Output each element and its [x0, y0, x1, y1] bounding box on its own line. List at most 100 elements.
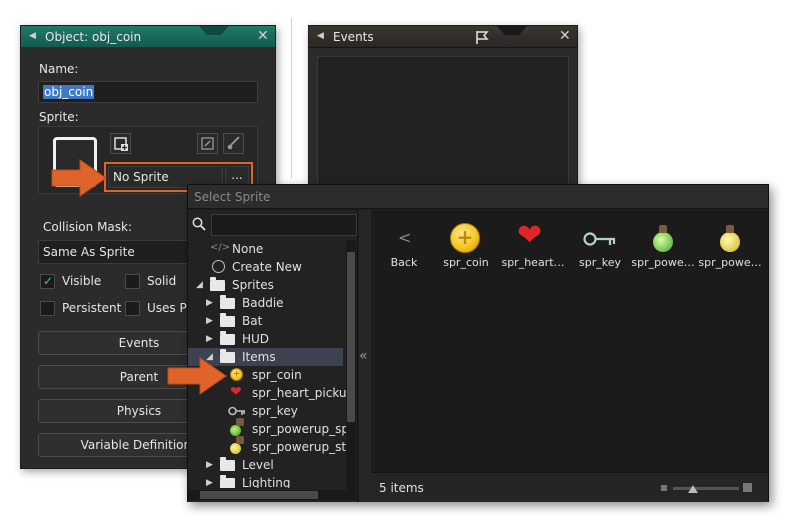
persistent-label: Persistent	[62, 301, 122, 315]
tile-spr-powerup-star[interactable]: spr_powe…	[697, 218, 763, 269]
tree-item-label: Create New	[232, 260, 302, 274]
key-icon	[228, 406, 245, 416]
collapsed-triangle-icon[interactable]: ▶	[206, 478, 213, 488]
sprite-dropdown-value: No Sprite	[113, 170, 169, 184]
tile-label: spr_powe…	[698, 256, 762, 269]
back-chevron-icon: <	[398, 228, 412, 247]
tree-folder-bat[interactable]: ▶ Bat	[188, 312, 343, 330]
tile-label: spr_key	[579, 256, 621, 269]
tile-label: spr_powe…	[631, 256, 695, 269]
tree-item-create-new[interactable]: Create New	[188, 258, 343, 276]
tree-item-label: spr_powerup_spe	[252, 422, 346, 436]
folder-icon	[220, 313, 235, 327]
visible-checkbox[interactable]	[40, 274, 55, 289]
green-potion-icon	[653, 225, 673, 252]
tree-item-label: spr_powerup_sta	[252, 440, 346, 454]
tile-back[interactable]: < Back	[371, 218, 437, 269]
tree-horizontal-scrollbar[interactable]	[188, 490, 346, 500]
collapse-pane-icon[interactable]: «	[359, 348, 368, 364]
tree-item-spr-powerup-speed[interactable]: spr_powerup_spe	[188, 418, 346, 438]
solid-checkbox[interactable]	[125, 274, 140, 289]
scrollbar-thumb[interactable]	[347, 252, 355, 422]
collapsed-triangle-icon[interactable]: ▶	[206, 334, 213, 344]
key-icon	[583, 232, 616, 246]
search-input[interactable]	[211, 214, 357, 236]
tree-item-label: spr_key	[252, 404, 298, 418]
coin-icon	[450, 223, 480, 253]
new-sprite-icon	[114, 137, 128, 151]
tree-item-label: spr_coin	[252, 368, 302, 382]
green-potion-icon	[230, 418, 244, 436]
uses-physics-label: Uses Pl	[147, 301, 191, 315]
collapsed-triangle-icon[interactable]: ▶	[206, 298, 213, 308]
tile-spr-heart[interactable]: ❤ spr_heart…	[500, 218, 566, 269]
yellow-potion-icon	[230, 436, 244, 454]
tree-vertical-scrollbar[interactable]	[346, 240, 356, 500]
callout-arrow-spr-coin	[167, 357, 227, 395]
close-icon[interactable]: ✕	[257, 28, 269, 44]
select-sprite-titlebar[interactable]: Select Sprite	[188, 185, 768, 209]
persistent-checkbox[interactable]	[40, 301, 55, 316]
tree-item-label: HUD	[242, 332, 270, 346]
select-sprite-window: Select Sprite </> None Create New ◢ Spri…	[187, 184, 769, 502]
tree-folder-sprites[interactable]: ◢ Sprites	[188, 276, 343, 294]
flag-icon[interactable]	[474, 29, 490, 45]
tree-item-label: Lighting	[242, 476, 291, 488]
scrollbar-thumb[interactable]	[200, 491, 318, 499]
collapsed-triangle-icon[interactable]: ▶	[206, 460, 213, 470]
expanded-triangle-icon[interactable]: ◢	[196, 280, 203, 290]
tile-spr-powerup-speed[interactable]: spr_powe…	[630, 218, 696, 269]
edit-sprite-button[interactable]	[197, 133, 218, 154]
solid-label: Solid	[147, 274, 177, 288]
tree-item-label: Baddie	[242, 296, 284, 310]
tree-folder-baddie[interactable]: ▶ Baddie	[188, 294, 343, 312]
yellow-potion-icon	[720, 225, 740, 252]
tree-item-label: Items	[242, 350, 276, 364]
events-window-title: Events	[333, 30, 374, 44]
tile-spr-key[interactable]: spr_key	[567, 218, 633, 269]
window-tab-notch-icon	[199, 26, 229, 35]
name-field-value: obj_coin	[43, 85, 95, 99]
edit-image-icon	[201, 137, 214, 150]
name-field[interactable]: obj_coin	[38, 81, 258, 103]
folder-icon	[220, 295, 235, 309]
zoom-slider[interactable]	[673, 485, 739, 493]
tree-folder-hud[interactable]: ▶ HUD	[188, 330, 343, 348]
tile-label: Back	[390, 256, 418, 269]
tree-item-label: Level	[242, 458, 274, 472]
folder-icon	[220, 475, 235, 488]
new-sprite-button[interactable]	[110, 133, 131, 154]
zoom-slider-thumb[interactable]	[688, 485, 698, 493]
heart-icon: ❤	[230, 384, 242, 400]
zoom-large-icon	[743, 483, 752, 492]
events-window-titlebar[interactable]: ◀ Events ✕	[309, 26, 577, 48]
collapse-triangle-icon[interactable]: ◀	[317, 31, 324, 41]
tree-item-spr-key[interactable]: spr_key	[188, 402, 343, 420]
close-icon[interactable]: ✕	[559, 28, 571, 44]
tree-folder-level[interactable]: ▶ Level	[188, 456, 343, 474]
collision-mask-value: Same As Sprite	[43, 245, 135, 259]
sprite-grid-pane: < Back spr_coin ❤ spr_heart… spr_key spr…	[371, 210, 768, 472]
uses-physics-checkbox[interactable]	[125, 301, 140, 316]
paintbrush-icon	[227, 136, 240, 150]
create-new-icon	[212, 260, 225, 273]
folder-icon	[210, 277, 225, 291]
tree-folder-lighting[interactable]: ▶ Lighting	[188, 474, 343, 488]
object-window-title: Object: obj_coin	[45, 30, 142, 44]
tree-item-label: Bat	[242, 314, 263, 328]
edit-image-button[interactable]	[223, 133, 244, 154]
window-tab-notch-icon	[497, 26, 527, 35]
status-bar: 5 items	[371, 472, 768, 502]
tile-spr-coin[interactable]: spr_coin	[433, 218, 499, 269]
pane-splitter[interactable]: «	[359, 210, 371, 502]
folder-icon	[220, 457, 235, 471]
collapse-triangle-icon[interactable]: ◀	[29, 31, 36, 41]
zoom-small-icon	[661, 485, 667, 491]
coin-icon	[230, 368, 243, 381]
visible-label: Visible	[62, 274, 102, 288]
tree-item-none[interactable]: </> None	[188, 240, 343, 258]
collapsed-triangle-icon[interactable]: ▶	[206, 316, 213, 326]
folder-icon	[220, 331, 235, 345]
object-window-titlebar[interactable]: ◀ Object: obj_coin ✕	[21, 26, 275, 48]
tree-item-spr-powerup-star[interactable]: spr_powerup_sta	[188, 436, 346, 456]
